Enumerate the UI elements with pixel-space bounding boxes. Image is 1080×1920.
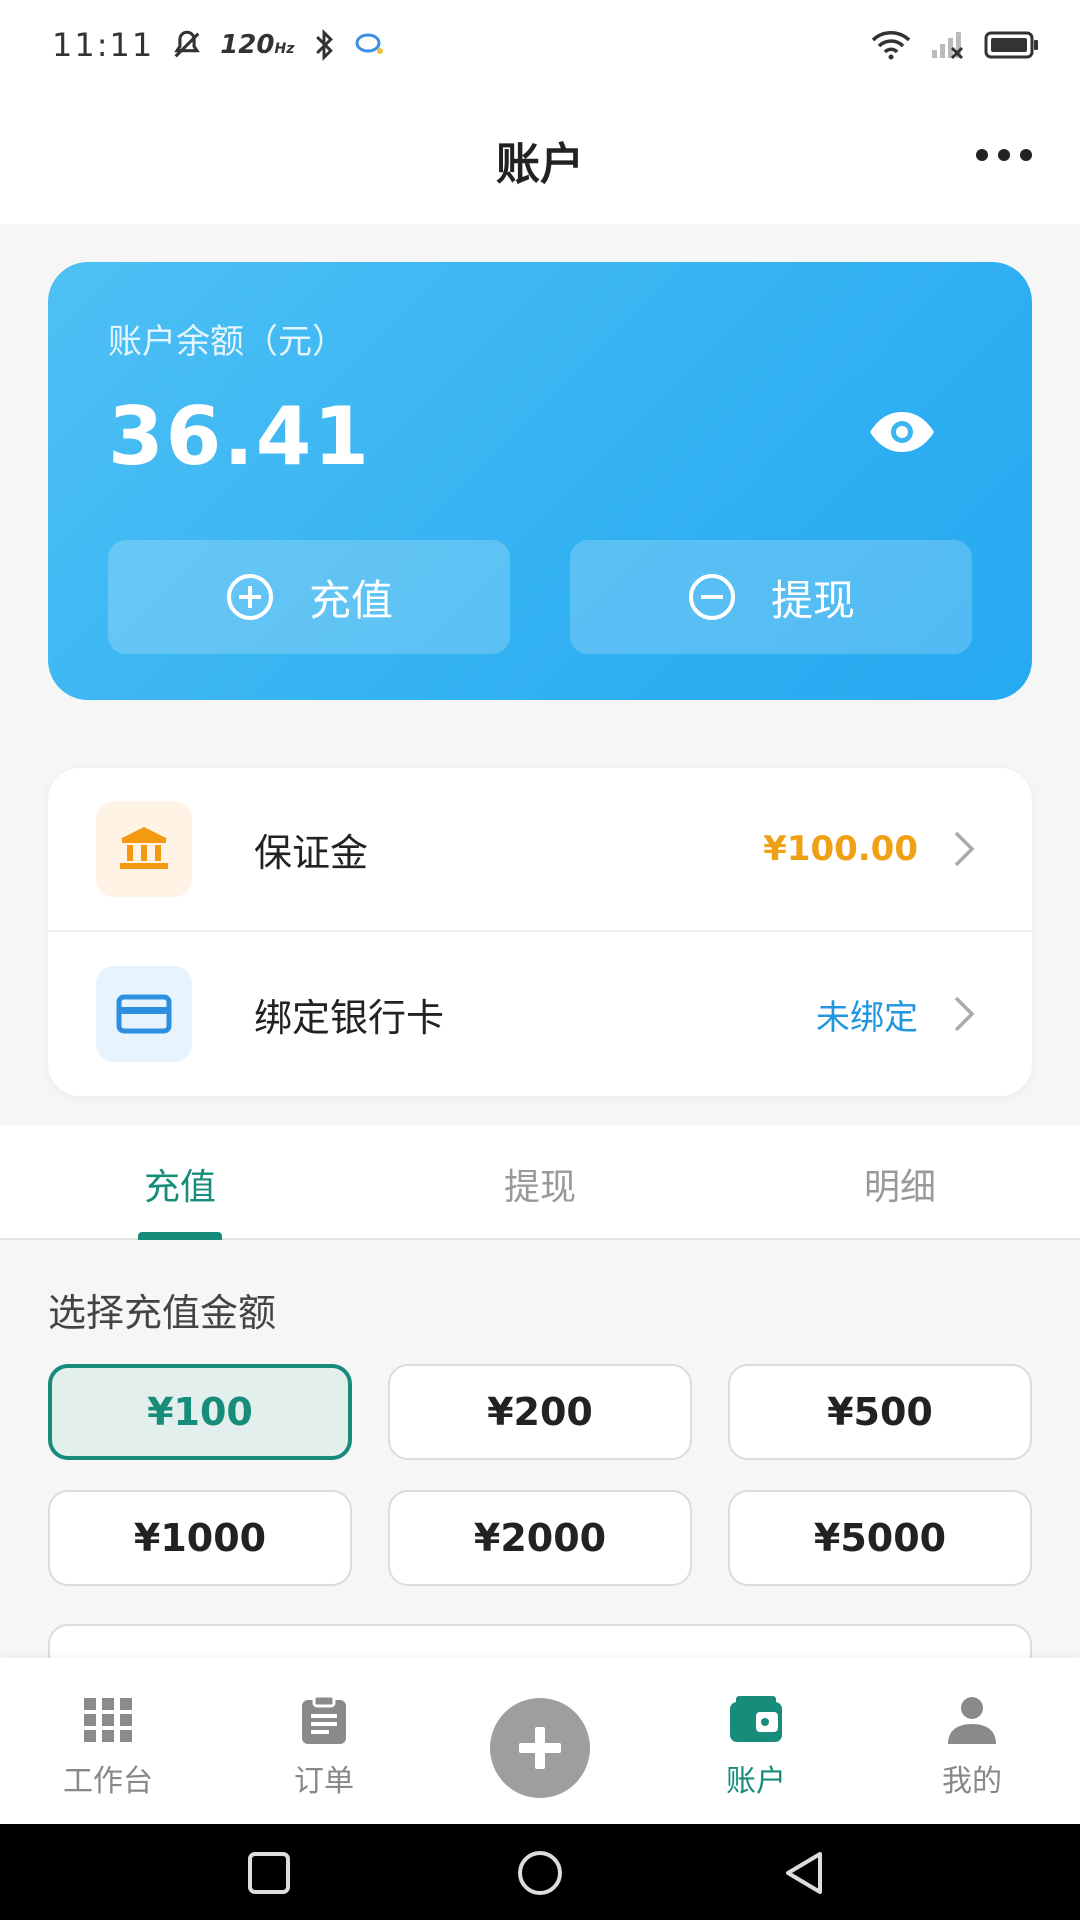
bank-icon [96,801,192,897]
more-dot-icon [998,149,1010,161]
more-dot-icon [1020,149,1032,161]
plus-circle-icon [226,574,273,620]
tab-withdraw[interactable]: 提现 [440,1158,640,1210]
recharge-button[interactable]: 充值 [108,540,510,654]
user-icon [948,1697,996,1744]
amount-option[interactable]: ¥500 [728,1364,1032,1460]
bluetooth-icon [316,28,334,62]
tab-recharge[interactable]: 充值 [80,1158,280,1210]
more-button[interactable] [976,140,1032,170]
chat-bubble-icon [355,33,384,54]
nav-label: 工作台 [63,1764,153,1799]
chevron-right-icon [954,996,975,1032]
card-icon [96,966,192,1062]
balance-card: 账户余额（元） 36.41 充值 提现 [48,262,1032,700]
deposit-amount: ¥100.00 [763,829,918,869]
amount-option[interactable]: ¥100 [48,1364,352,1460]
clipboard-icon [302,1694,346,1744]
list-item-deposit[interactable]: 保证金 ¥100.00 [48,768,1032,932]
battery-icon [984,31,1038,59]
home-icon[interactable] [515,1848,565,1898]
balance-amount: 36.41 [108,390,372,483]
recent-apps-icon[interactable] [244,1848,294,1898]
amount-section-title: 选择充值金额 [48,1291,277,1335]
more-dot-icon [976,149,988,161]
nav-item-orders[interactable]: 订单 [244,1694,404,1800]
amount-option[interactable]: ¥2000 [388,1490,692,1586]
tab-details[interactable]: 明细 [800,1158,1000,1210]
withdraw-button-label: 提现 [770,575,855,625]
status-right [870,30,1040,60]
system-nav-bar [0,1824,1080,1920]
nav-item-workbench[interactable]: 工作台 [28,1694,188,1800]
status-left: 11:11 120Hz [52,26,386,64]
plus-icon [519,1727,561,1769]
wallet-icon [730,1696,782,1742]
status-time: 11:11 [52,26,155,64]
grid-icon [84,1698,132,1742]
eye-toggle-icon[interactable] [868,410,936,454]
list-item-label: 保证金 [254,830,369,875]
tab-active-indicator [138,1232,222,1240]
status-bar: 11:11 120Hz [0,0,1080,90]
recharge-button-label: 充值 [308,575,393,625]
chevron-right-icon [954,831,975,867]
tab-bar: 充值 提现 明细 [0,1126,1080,1240]
nav-label: 账户 [726,1764,786,1799]
back-icon[interactable] [780,1848,830,1898]
add-button[interactable] [490,1698,590,1798]
amount-option[interactable]: ¥1000 [48,1490,352,1586]
amount-option[interactable]: ¥5000 [728,1490,1032,1586]
refresh-rate: 120Hz [220,30,295,60]
bottom-nav: 工作台 订单 账户 我的 [0,1658,1080,1824]
nav-item-mine[interactable]: 我的 [892,1694,1052,1800]
nav-item-account[interactable]: 账户 [676,1694,836,1800]
card-status: 未绑定 [816,997,918,1038]
amount-option[interactable]: ¥200 [388,1364,692,1460]
nav-label: 我的 [942,1764,1002,1799]
minus-circle-icon [688,574,735,620]
signal-icon [932,32,964,60]
balance-label: 账户余额（元） [108,322,346,362]
header: 账户 [0,90,1080,224]
nav-label: 订单 [294,1764,354,1799]
wifi-icon [871,31,911,60]
mute-icon [174,30,201,58]
list-item-bind-card[interactable]: 绑定银行卡 未绑定 [48,932,1032,1096]
withdraw-button[interactable]: 提现 [570,540,972,654]
list-item-label: 绑定银行卡 [254,995,445,1040]
page-title: 账户 [496,139,584,190]
account-options-list: 保证金 ¥100.00 绑定银行卡 未绑定 [48,768,1032,1096]
